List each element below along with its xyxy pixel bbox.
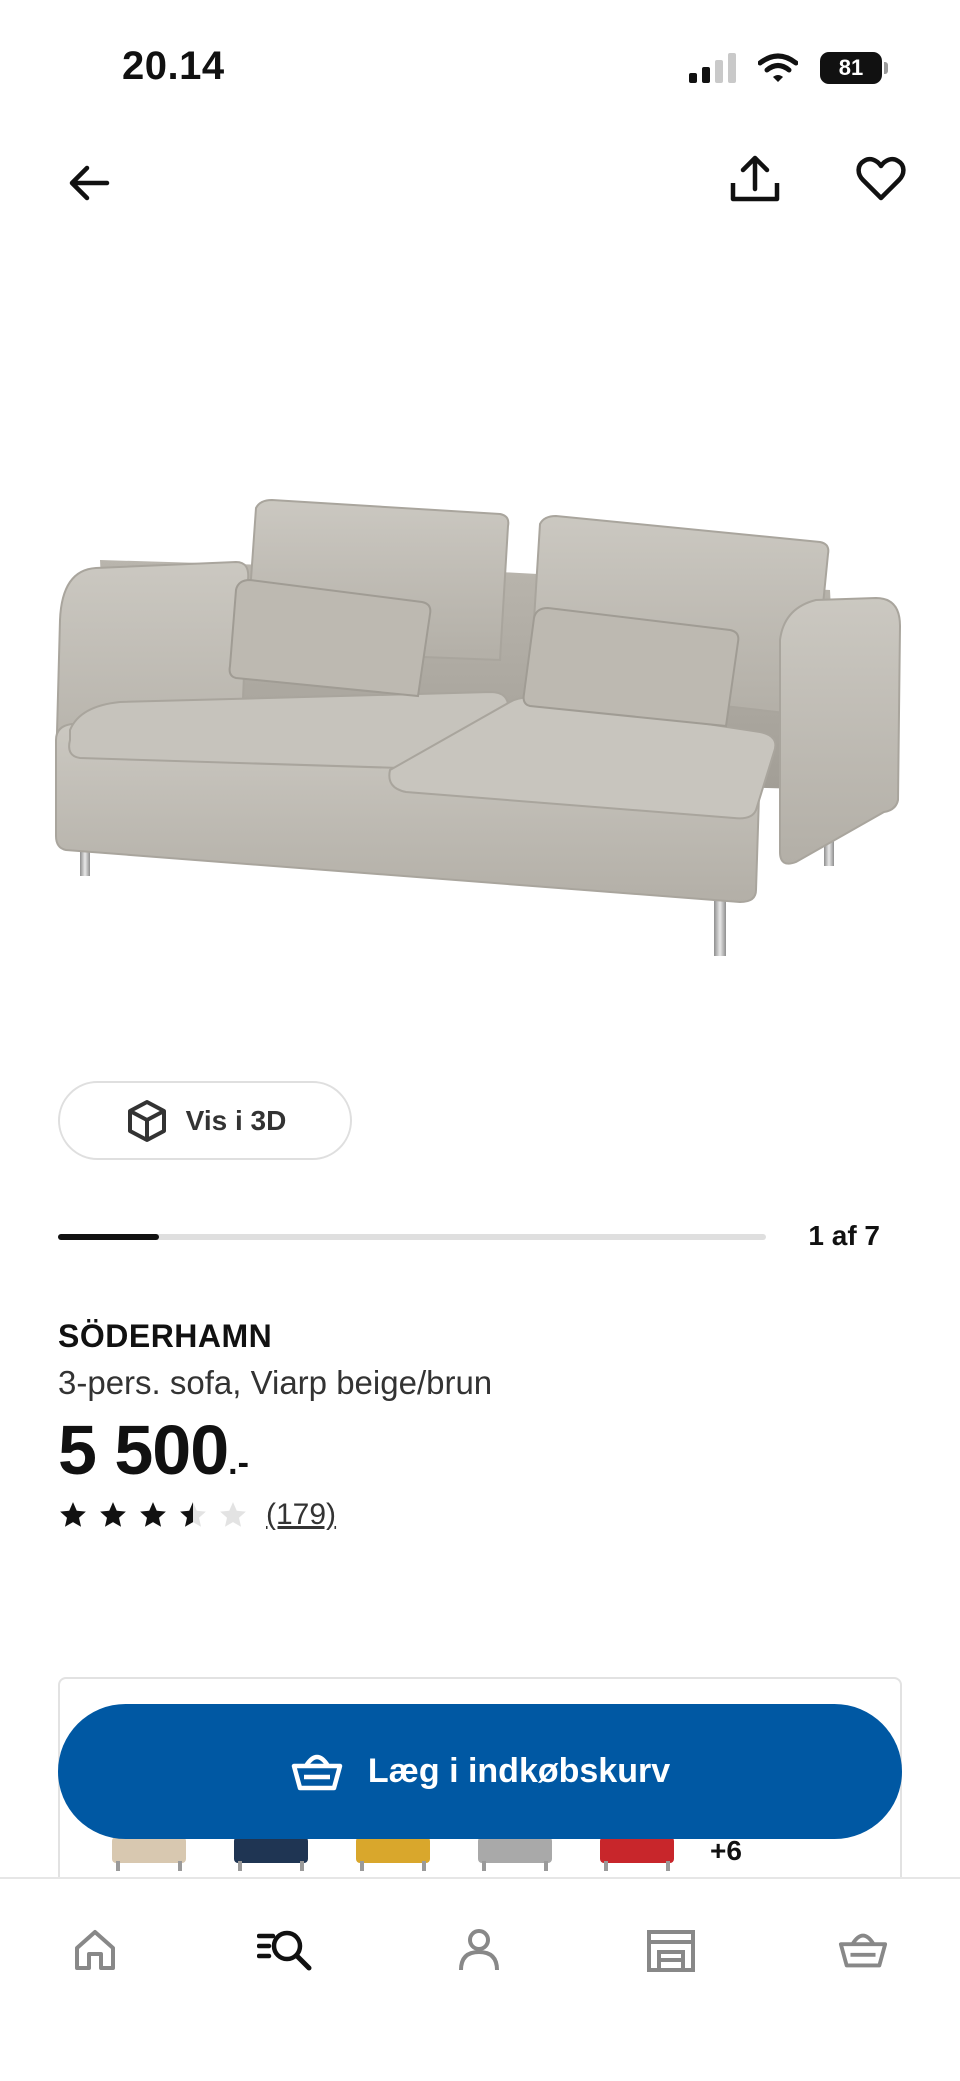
swatch-leg bbox=[544, 1861, 548, 1871]
swatch-leg bbox=[300, 1861, 304, 1871]
carousel-progress-fill bbox=[58, 1234, 160, 1240]
view-in-3d-label: Vis i 3D bbox=[185, 1104, 287, 1136]
right-armrest bbox=[779, 596, 902, 865]
more-variants-label[interactable]: +6 bbox=[710, 1835, 742, 1867]
star-icon bbox=[180, 1502, 206, 1527]
star-icon bbox=[100, 1502, 126, 1527]
image-position-label: 1 af 7 bbox=[808, 1220, 880, 1251]
star-icon bbox=[60, 1502, 86, 1527]
home-icon bbox=[75, 1930, 115, 1970]
product-rating[interactable]: (179) bbox=[58, 1498, 336, 1532]
wifi-icon bbox=[758, 53, 798, 82]
swatch-leg bbox=[604, 1861, 608, 1871]
store-icon bbox=[647, 1930, 695, 1972]
view-in-3d-button[interactable]: Vis i 3D bbox=[58, 1081, 352, 1160]
price-suffix: .- bbox=[228, 1444, 249, 1482]
home-indicator bbox=[334, 1975, 626, 1987]
search-list-icon bbox=[257, 1930, 312, 1971]
product-price: 5 500 .- bbox=[58, 1410, 249, 1490]
top-nav bbox=[0, 140, 960, 230]
favorite-button[interactable] bbox=[846, 144, 916, 214]
swatch-sofa-body bbox=[112, 1837, 186, 1863]
status-time: 20.14 bbox=[122, 44, 225, 88]
product-description: 3-pers. sofa, Viarp beige/brun bbox=[58, 1364, 493, 1401]
swatch-sofa-body bbox=[234, 1837, 308, 1863]
swatch-leg bbox=[238, 1861, 242, 1871]
swatch-sofa-body bbox=[356, 1837, 430, 1863]
signal-icon bbox=[689, 53, 736, 83]
swatch-leg bbox=[116, 1861, 120, 1871]
swatch-leg bbox=[666, 1861, 670, 1871]
back-button[interactable] bbox=[54, 148, 124, 218]
heart-icon bbox=[856, 156, 906, 201]
basket-icon bbox=[838, 1933, 888, 1968]
tab-home[interactable] bbox=[50, 1915, 140, 1985]
swatch-sofa-body bbox=[600, 1837, 674, 1863]
swatch-leg bbox=[178, 1861, 182, 1871]
price-amount: 5 500 bbox=[58, 1411, 229, 1489]
review-count-link[interactable]: (179) bbox=[266, 1498, 336, 1532]
tab-basket[interactable] bbox=[818, 1915, 908, 1985]
profile-icon bbox=[459, 1929, 499, 1971]
status-icons: 81 bbox=[689, 52, 888, 84]
star-icon bbox=[220, 1502, 246, 1527]
swatch-leg bbox=[422, 1861, 426, 1871]
swatch-leg bbox=[360, 1861, 364, 1871]
basket-icon bbox=[291, 1754, 343, 1790]
star-icon bbox=[140, 1502, 166, 1527]
tab-search[interactable] bbox=[240, 1915, 330, 1985]
share-button[interactable] bbox=[720, 144, 790, 214]
rating-stars bbox=[58, 1500, 248, 1530]
status-bar: 20.14 81 bbox=[0, 0, 960, 130]
share-icon bbox=[730, 155, 780, 202]
add-to-cart-button[interactable]: Læg i indkøbskurv bbox=[58, 1704, 902, 1839]
battery-level: 81 bbox=[838, 55, 864, 80]
back-arrow-icon bbox=[69, 165, 110, 201]
battery-icon: 81 bbox=[820, 52, 888, 84]
tab-stores[interactable] bbox=[626, 1915, 716, 1985]
swatch-sofa-body bbox=[478, 1837, 552, 1863]
swatch-leg bbox=[482, 1861, 486, 1871]
image-carousel-progress bbox=[58, 1234, 766, 1240]
product-name[interactable]: SÖDERHAMN bbox=[58, 1318, 272, 1355]
add-to-cart-label: Læg i indkøbskurv bbox=[367, 1752, 671, 1790]
product-image[interactable] bbox=[40, 470, 920, 990]
cube-3d-icon bbox=[127, 1099, 166, 1142]
